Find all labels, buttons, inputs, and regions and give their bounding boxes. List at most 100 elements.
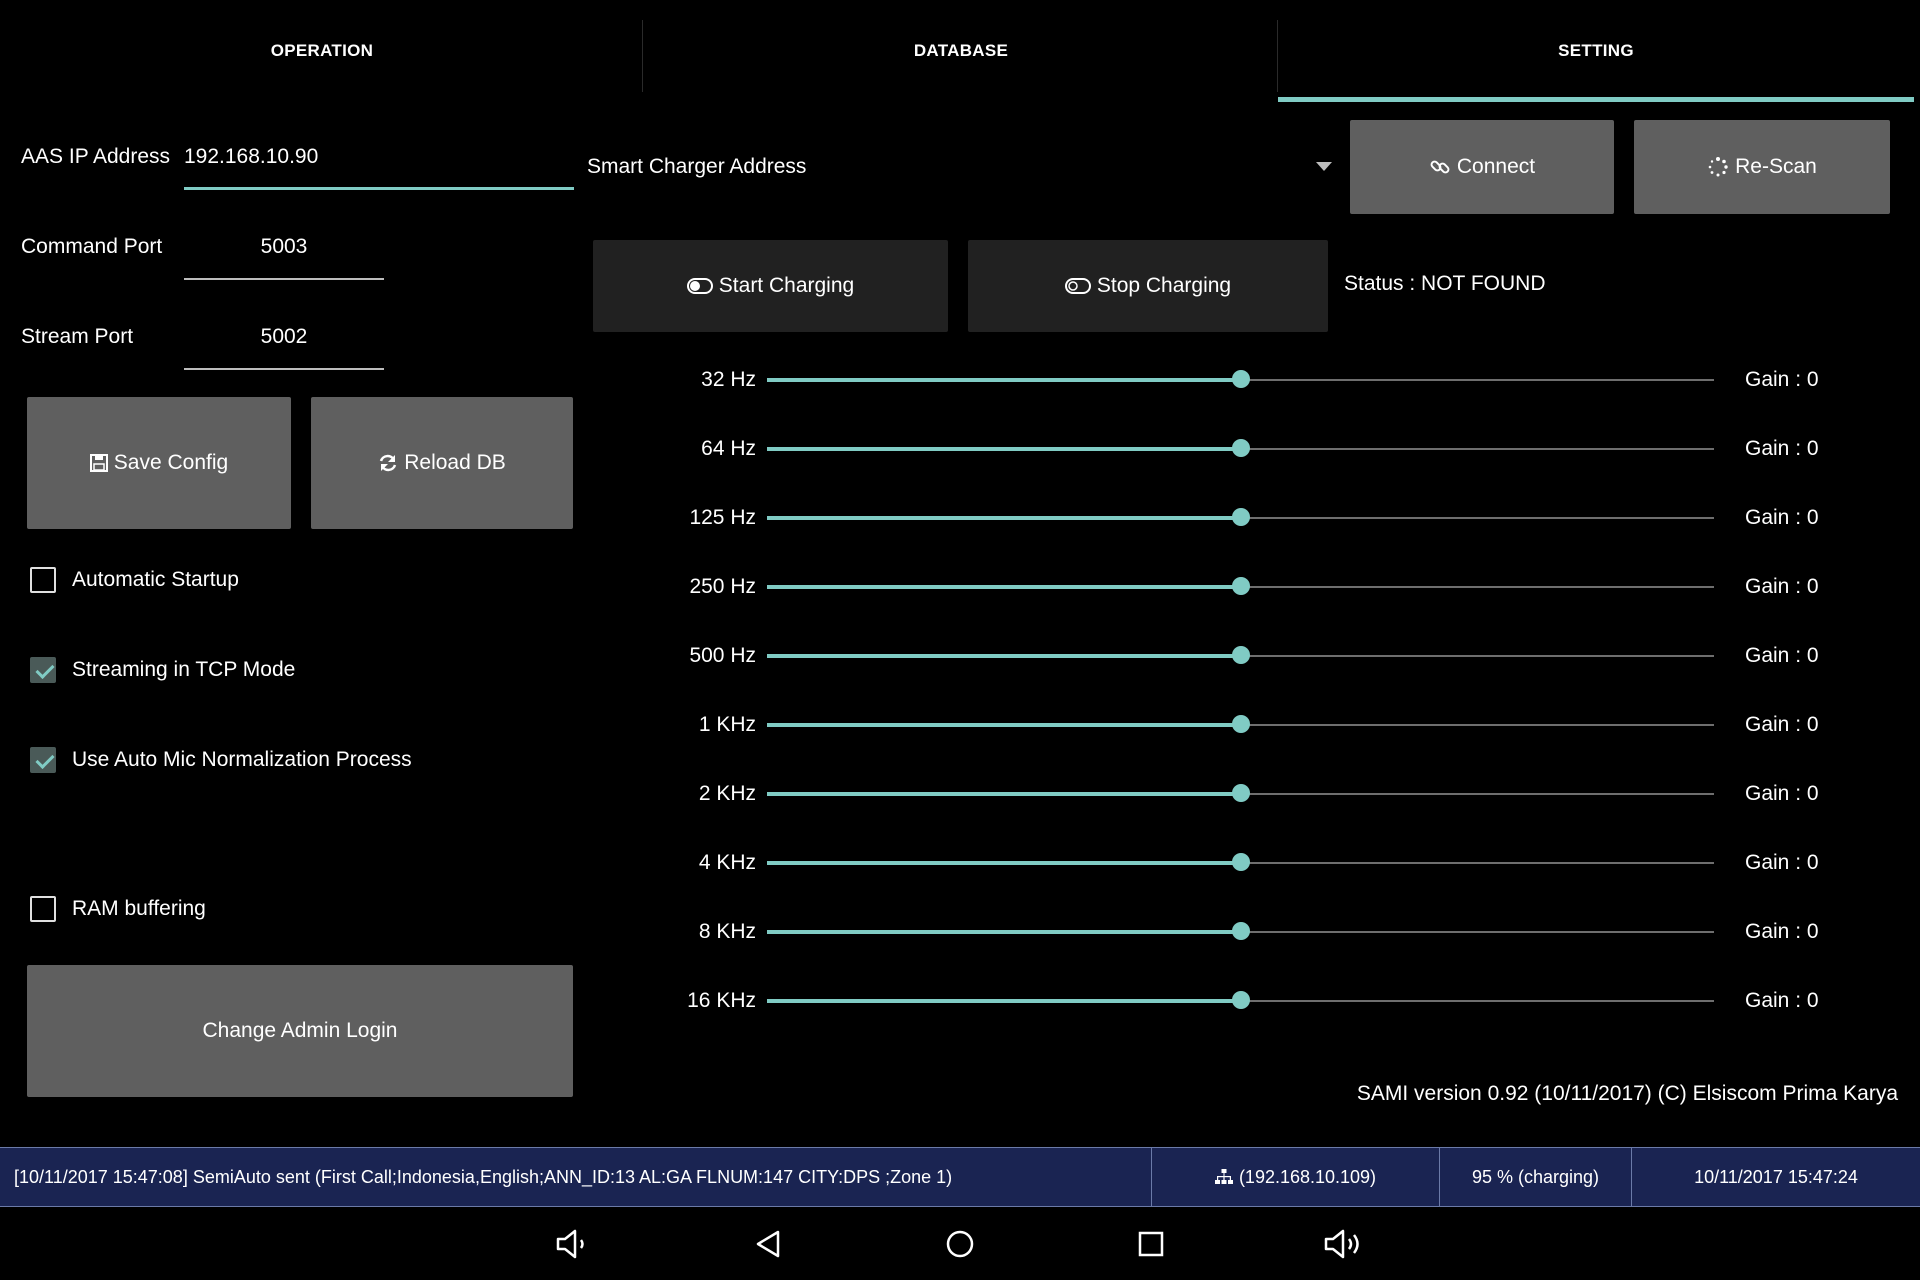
tcp-streaming-checkbox[interactable]: Streaming in TCP Mode [30, 657, 295, 683]
eq-slider-thumb[interactable] [1231, 646, 1250, 664]
command-port-value: 5003 [260, 235, 308, 258]
rescan-button[interactable]: Re-Scan [1634, 120, 1890, 214]
automatic-startup-checkbox[interactable]: Automatic Startup [30, 567, 239, 593]
eq-slider-thumb[interactable] [1231, 508, 1250, 526]
eq-slider-125hz[interactable] [767, 508, 1714, 526]
save-config-button[interactable]: Save Config [27, 397, 291, 529]
eq-row-4khz: 4 KHz Gain : 0 [640, 843, 1860, 883]
eq-gain-value: Gain : 0 [1745, 575, 1819, 598]
navigation-bar [0, 1207, 1920, 1280]
auto-mic-normalization-label: Use Auto Mic Normalization Process [72, 748, 412, 771]
change-admin-login-button[interactable]: Change Admin Login [27, 965, 573, 1097]
ip-address-input[interactable]: 192.168.10.90 [184, 135, 574, 179]
home-button[interactable] [937, 1221, 983, 1267]
eq-slider-fill [767, 723, 1241, 727]
eq-row-16khz: 16 KHz Gain : 0 [640, 981, 1860, 1021]
eq-slider-thumb[interactable] [1231, 784, 1250, 802]
eq-slider-64hz[interactable] [767, 439, 1714, 457]
eq-gain-value: Gain : 0 [1745, 989, 1819, 1012]
status-battery: 95 % (charging) [1440, 1148, 1632, 1206]
eq-gain-value: Gain : 0 [1745, 851, 1819, 874]
eq-slider-fill [767, 999, 1241, 1003]
eq-band-label: 2 KHz [698, 782, 756, 805]
eq-band-label: 8 KHz [698, 920, 756, 943]
eq-row-125hz: 125 Hz Gain : 0 [640, 498, 1860, 538]
eq-slider-500hz[interactable] [767, 646, 1714, 664]
ram-buffering-checkbox[interactable]: RAM buffering [30, 896, 206, 922]
active-tab-indicator [1278, 97, 1914, 102]
eq-gain-value: Gain : 0 [1745, 920, 1819, 943]
eq-slider-fill [767, 378, 1241, 382]
eq-slider-1khz[interactable] [767, 715, 1714, 733]
save-config-label: Save Config [113, 451, 229, 474]
status-log: [10/11/2017 15:47:08] SemiAuto sent (Fir… [0, 1148, 1152, 1206]
eq-slider-fill [767, 516, 1241, 520]
stop-charging-button[interactable]: Stop Charging [968, 240, 1328, 332]
ip-address-underline [184, 187, 574, 190]
volume-down-button[interactable] [551, 1221, 597, 1267]
eq-slider-4khz[interactable] [767, 853, 1714, 871]
eq-slider-thumb[interactable] [1231, 991, 1250, 1009]
status-datetime: 10/11/2017 15:47:24 [1632, 1148, 1920, 1206]
dropdown-arrow-icon [1316, 162, 1332, 171]
ip-address-label: AAS IP Address [21, 145, 171, 168]
eq-gain-value: Gain : 0 [1745, 644, 1819, 667]
eq-slider-thumb[interactable] [1231, 370, 1250, 388]
eq-row-500hz: 500 Hz Gain : 0 [640, 636, 1860, 676]
tab-setting[interactable]: SETTING [1278, 0, 1914, 102]
status-battery-text: 95 % (charging) [1471, 1166, 1600, 1187]
stream-port-underline [184, 368, 384, 370]
command-port-label: Command Port [21, 235, 163, 258]
eq-slider-thumb[interactable] [1231, 439, 1250, 457]
volume-up-button[interactable] [1321, 1221, 1367, 1267]
eq-slider-16khz[interactable] [767, 991, 1714, 1009]
stop-charging-label: Stop Charging [1096, 274, 1232, 297]
eq-slider-thumb[interactable] [1231, 853, 1250, 871]
status-network-text: (192.168.10.109) [1238, 1166, 1377, 1187]
eq-slider-thumb[interactable] [1231, 922, 1250, 940]
start-charging-button[interactable]: Start Charging [593, 240, 948, 332]
recents-button[interactable] [1128, 1221, 1174, 1267]
stream-port-label: Stream Port [21, 325, 134, 348]
network-icon [1214, 1169, 1233, 1184]
eq-gain-value: Gain : 0 [1745, 782, 1819, 805]
tab-bar: OPERATION DATABASE SETTING [0, 0, 1920, 102]
tab-database[interactable]: DATABASE [644, 0, 1278, 102]
status-network: (192.168.10.109) [1152, 1148, 1440, 1206]
tab-divider [642, 20, 643, 92]
eq-slider-fill [767, 654, 1241, 658]
reload-db-button[interactable]: Reload DB [311, 397, 573, 529]
eq-band-label: 32 Hz [701, 368, 756, 391]
stream-port-input[interactable]: 5002 [184, 315, 384, 359]
eq-slider-thumb[interactable] [1231, 715, 1250, 733]
eq-gain-value: Gain : 0 [1745, 368, 1819, 391]
eq-slider-fill [767, 792, 1241, 796]
eq-row-2khz: 2 KHz Gain : 0 [640, 774, 1860, 814]
eq-row-32hz: 32 Hz Gain : 0 [640, 360, 1860, 400]
eq-slider-2khz[interactable] [767, 784, 1714, 802]
stream-port-value: 5002 [260, 325, 308, 348]
eq-band-label: 125 Hz [689, 506, 756, 529]
home-icon [946, 1230, 974, 1258]
eq-slider-8khz[interactable] [767, 922, 1714, 940]
status-log-text: [10/11/2017 15:47:08] SemiAuto sent (Fir… [14, 1166, 953, 1187]
eq-slider-thumb[interactable] [1231, 577, 1250, 595]
back-button[interactable] [746, 1221, 792, 1267]
smart-charger-dropdown[interactable]: Smart Charger Address [587, 140, 1332, 194]
auto-mic-normalization-checkbox[interactable]: Use Auto Mic Normalization Process [30, 747, 412, 773]
eq-row-64hz: 64 Hz Gain : 0 [640, 429, 1860, 469]
eq-band-label: 64 Hz [701, 437, 756, 460]
start-charging-label: Start Charging [718, 274, 855, 297]
eq-slider-250hz[interactable] [767, 577, 1714, 595]
ram-buffering-label: RAM buffering [72, 897, 206, 920]
eq-slider-32hz[interactable] [767, 370, 1714, 388]
eq-band-label: 1 KHz [698, 713, 756, 736]
command-port-input[interactable]: 5003 [184, 225, 384, 269]
refresh-icon [380, 454, 397, 472]
eq-row-250hz: 250 Hz Gain : 0 [640, 567, 1860, 607]
connect-button[interactable]: Connect [1350, 120, 1614, 214]
eq-slider-fill [767, 585, 1241, 589]
tab-operation[interactable]: OPERATION [0, 0, 644, 102]
volume-up-icon [1324, 1229, 1359, 1259]
rescan-label: Re-Scan [1735, 155, 1817, 178]
